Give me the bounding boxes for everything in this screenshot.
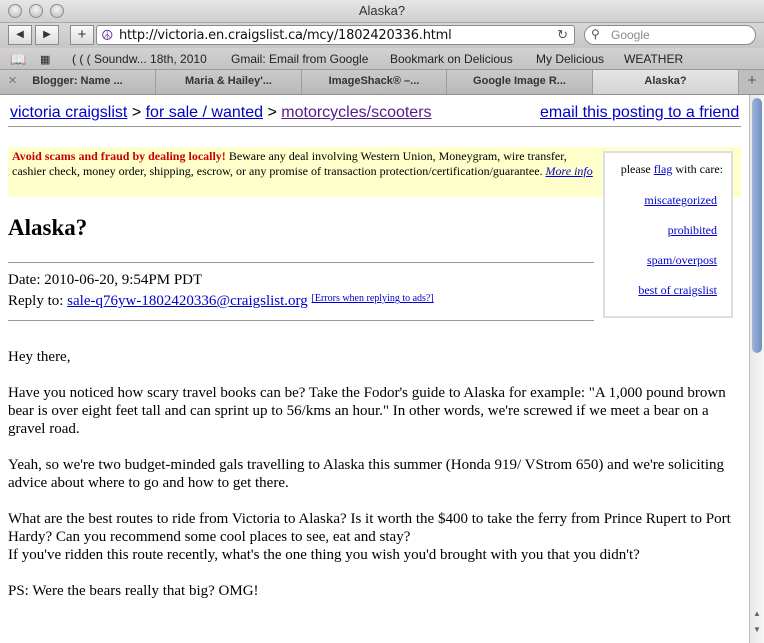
window-title: Alaska? — [358, 3, 406, 18]
posting-paragraph: Yeah, so we're two budget-minded gals tr… — [8, 457, 724, 491]
bookmarks-bar: 📖 ▦ ( ( ( Soundw... 18th, 2010 Gmail: Em… — [0, 48, 764, 70]
show-all-bookmarks-icon[interactable]: 📖 — [10, 52, 26, 68]
url-text[interactable]: http://victoria.en.craigslist.ca/mcy/180… — [119, 28, 452, 43]
tab-active[interactable]: Alaska? — [593, 70, 739, 94]
breadcrumb-site-link[interactable]: victoria craigslist — [10, 104, 127, 121]
reply-to-line: Reply to: sale-q76yw-1802420336@craigsli… — [8, 293, 434, 310]
more-info-link[interactable]: More info — [546, 164, 593, 178]
bookmark-item[interactable]: Gmail: Email from Google — [231, 52, 368, 66]
scam-warning-heading: Avoid scams and fraud by dealing locally… — [12, 149, 226, 163]
peace-icon: ☮ — [101, 27, 114, 43]
search-placeholder: Google — [611, 28, 650, 42]
reply-email-link[interactable]: sale-q76yw-1802420336@craigslist.org — [67, 293, 308, 309]
bookmark-item[interactable]: WEATHER — [624, 52, 683, 66]
posting-date: Date: 2010-06-20, 9:54PM PDT — [8, 272, 203, 288]
breadcrumb-separator: > — [131, 104, 142, 121]
bookmark-item[interactable]: Bookmark on Delicious — [390, 52, 513, 66]
flag-best-of-link[interactable]: best of craigslist — [638, 283, 717, 298]
posting-title: Alaska? — [8, 215, 88, 240]
email-posting-link[interactable]: email this posting to a friend — [540, 104, 739, 122]
new-tab-plus-icon[interactable]: + — [740, 70, 764, 94]
tab[interactable]: Maria & Hailey'... — [156, 70, 302, 94]
flag-box: please flag with care: miscategorized pr… — [603, 151, 733, 318]
back-button[interactable]: ◀ — [8, 25, 32, 45]
divider — [8, 262, 594, 263]
bookmark-item[interactable]: My Delicious — [536, 52, 604, 66]
divider — [8, 126, 741, 127]
tab-label: Maria & Hailey'... — [185, 75, 272, 87]
forward-button[interactable]: ▶ — [35, 25, 59, 45]
top-sites-grid-icon[interactable]: ▦ — [40, 53, 50, 66]
page-content: victoria craigslist > for sale / wanted … — [0, 95, 749, 643]
tab-label: Google Image R... — [473, 75, 566, 87]
flag-link[interactable]: flag — [654, 162, 673, 176]
browser-toolbar: ◀ ▶ + ☮ http://victoria.en.craigslist.ca… — [0, 23, 764, 48]
back-arrow-icon: ◀ — [16, 29, 24, 40]
reply-label: Reply to: — [8, 293, 68, 309]
posting-paragraph: PS: Were the bears really that big? OMG! — [8, 583, 259, 599]
bookmark-item[interactable]: ( ( ( Soundw... 18th, 2010 — [72, 52, 207, 66]
window-title-bar: Alaska? — [0, 0, 764, 23]
add-bookmark-button[interactable]: + — [70, 25, 94, 45]
flag-prefix: please — [620, 162, 654, 176]
posting-paragraph: Hey there, — [8, 349, 71, 365]
posting-paragraph: Have you noticed how scary travel books … — [8, 385, 726, 437]
divider — [8, 320, 594, 321]
tab[interactable]: ✕ Blogger: Name ... — [0, 70, 156, 94]
vertical-scrollbar[interactable]: ▲ ▼ — [749, 95, 764, 643]
scroll-down-arrow-icon[interactable]: ▼ — [751, 625, 763, 634]
tab[interactable]: Google Image R... — [447, 70, 593, 94]
errors-replying-link[interactable]: [Errors when replying to ads?] — [312, 293, 434, 304]
scrollbar-thumb[interactable] — [752, 98, 762, 353]
plus-icon: + — [77, 26, 87, 43]
forward-arrow-icon: ▶ — [43, 29, 51, 40]
close-tab-icon[interactable]: ✕ — [8, 70, 17, 92]
tab[interactable]: ImageShack® –... — [302, 70, 447, 94]
breadcrumb-category-link[interactable]: for sale / wanted — [146, 104, 263, 121]
tab-label: Blogger: Name ... — [32, 75, 123, 87]
search-icon: ⚲ — [591, 27, 600, 41]
errors-replying: [Errors when replying to ads?] — [312, 293, 434, 304]
posting-paragraph: What are the best routes to ride from Vi… — [8, 511, 731, 545]
posting-paragraph: If you've ridden this route recently, wh… — [8, 547, 640, 563]
breadcrumb-subcategory-link[interactable]: motorcycles/scooters — [281, 104, 431, 121]
breadcrumb: victoria craigslist > for sale / wanted … — [10, 104, 432, 122]
tab-label: ImageShack® –... — [328, 75, 420, 87]
flag-suffix: with care: — [672, 162, 723, 176]
scroll-up-arrow-icon[interactable]: ▲ — [751, 609, 763, 618]
tab-label: Alaska? — [644, 75, 687, 87]
breadcrumb-separator: > — [267, 104, 277, 121]
flag-spam-link[interactable]: spam/overpost — [647, 253, 717, 268]
scam-warning-text: Avoid scams and fraud by dealing locally… — [12, 149, 594, 179]
search-field[interactable]: ⚲ Google — [584, 25, 756, 45]
address-bar[interactable]: ☮ http://victoria.en.craigslist.ca/mcy/1… — [96, 25, 575, 45]
flag-miscategorized-link[interactable]: miscategorized — [644, 193, 717, 208]
tab-bar: ✕ Blogger: Name ... Maria & Hailey'... Im… — [0, 70, 764, 95]
flag-heading: please flag with care: — [621, 162, 723, 177]
flag-prohibited-link[interactable]: prohibited — [668, 223, 717, 238]
reload-icon[interactable]: ↻ — [557, 27, 568, 43]
